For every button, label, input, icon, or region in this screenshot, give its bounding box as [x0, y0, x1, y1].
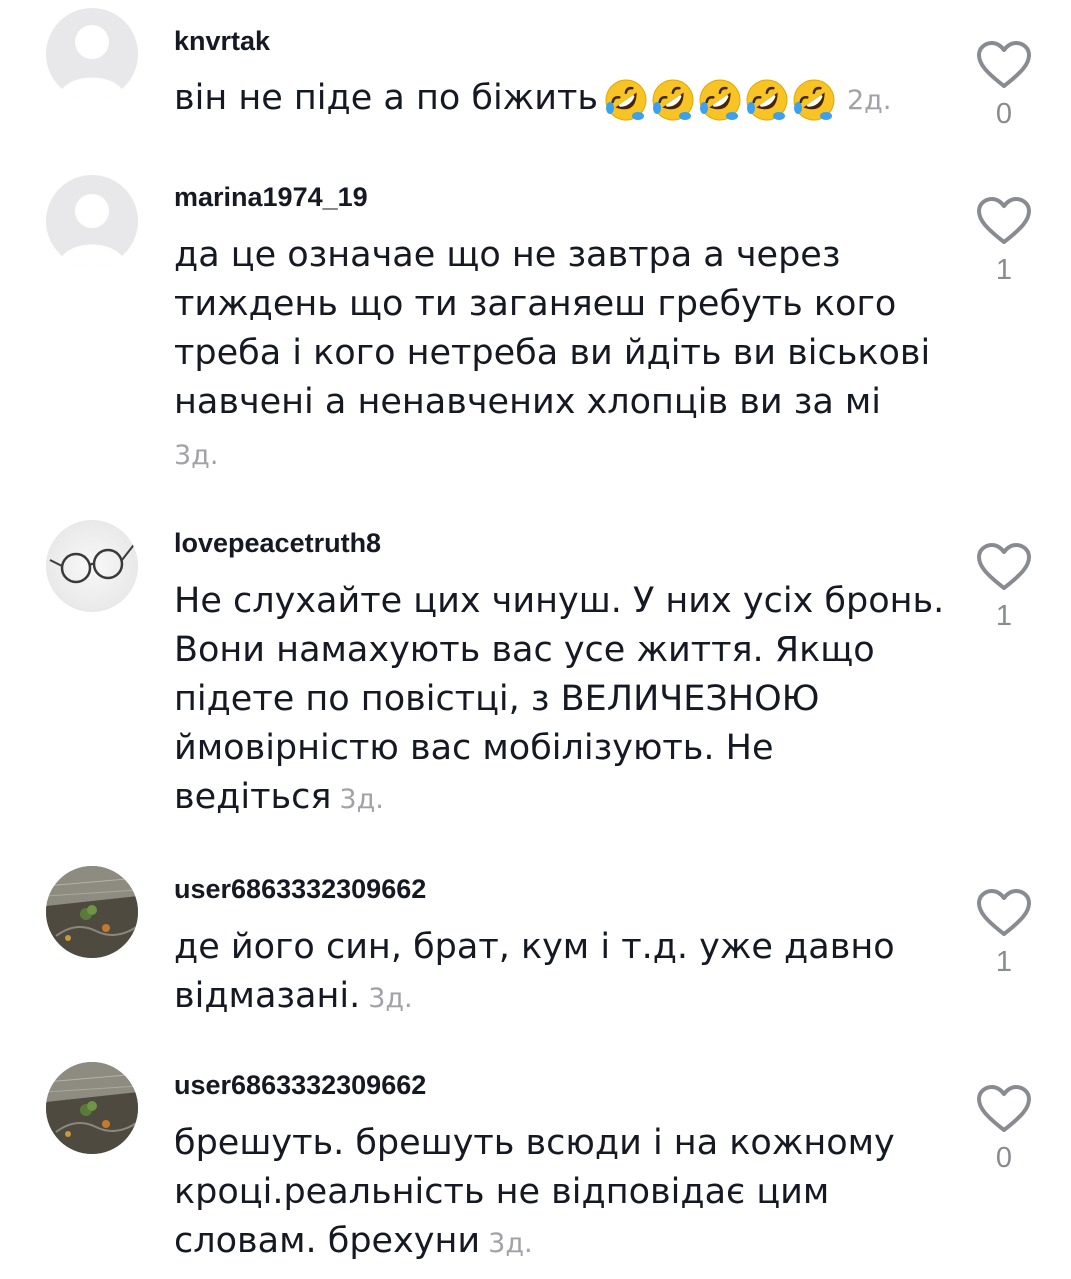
default-avatar-icon — [46, 8, 138, 100]
comment-body: да це означае що не завтра а через тижде… — [174, 235, 931, 422]
comment-text: Не слухайте цих чинуш. У них усіх бронь.… — [174, 577, 954, 824]
heart-icon — [977, 41, 1031, 88]
heart-icon — [977, 197, 1031, 244]
like-button[interactable]: 1 — [974, 196, 1034, 287]
avatar[interactable] — [46, 520, 138, 612]
heart-icon — [977, 1085, 1031, 1132]
comment-username[interactable]: user6863332309662 — [174, 1070, 426, 1101]
like-count: 0 — [995, 98, 1013, 130]
avatar[interactable] — [46, 8, 138, 100]
like-count: 1 — [995, 254, 1013, 286]
like-button[interactable]: 0 — [974, 1084, 1034, 1175]
comment-text: де його син, брат, кум і т.д. уже давно … — [174, 923, 914, 1023]
emoji-row — [604, 75, 839, 124]
default-avatar-icon — [46, 175, 138, 267]
like-count: 1 — [995, 600, 1013, 632]
avatar[interactable] — [46, 866, 138, 958]
rofl-emoji — [792, 78, 836, 122]
comment-text: да це означае що не завтра а через тижде… — [174, 231, 964, 480]
rofl-emoji — [745, 78, 789, 122]
avatar[interactable] — [46, 175, 138, 267]
comment-time: 3д. — [488, 1228, 533, 1259]
comment-text: він не піде а по біжить 2д. — [174, 74, 944, 125]
glasses-avatar — [46, 520, 138, 612]
comment-body: він не піде а по біжить — [174, 78, 598, 118]
rofl-emoji — [604, 78, 648, 122]
comment-body: брешуть. брешуть всюди і на кожному кроц… — [174, 1123, 895, 1261]
comment-time: 3д. — [368, 983, 413, 1014]
comment-time: 3д. — [174, 440, 219, 471]
comment-time: 3д. — [339, 784, 384, 815]
like-button[interactable]: 0 — [974, 40, 1034, 131]
comment-time: 2д. — [846, 85, 892, 116]
like-button[interactable]: 1 — [974, 542, 1034, 633]
like-count: 0 — [995, 1142, 1013, 1174]
like-button[interactable]: 1 — [974, 888, 1034, 979]
rofl-emoji — [698, 78, 742, 122]
comment-body: Не слухайте цих чинуш. У них усіх бронь.… — [174, 581, 945, 817]
heart-icon — [977, 889, 1031, 936]
comment-username[interactable]: marina1974_19 — [174, 182, 368, 213]
comment-username[interactable]: knvrtak — [174, 26, 270, 57]
comment-username[interactable]: lovepeacetruth8 — [174, 528, 381, 559]
like-count: 1 — [995, 946, 1013, 978]
plant-photo-avatar — [46, 866, 138, 958]
comment-text: брешуть. брешуть всюди і на кожному кроц… — [174, 1119, 934, 1268]
heart-icon — [977, 543, 1031, 590]
comment-body: де його син, брат, кум і т.д. уже давно … — [174, 927, 895, 1016]
rofl-emoji — [651, 78, 695, 122]
comment-username[interactable]: user6863332309662 — [174, 874, 426, 905]
avatar[interactable] — [46, 1062, 138, 1154]
plant-photo-avatar — [46, 1062, 138, 1154]
